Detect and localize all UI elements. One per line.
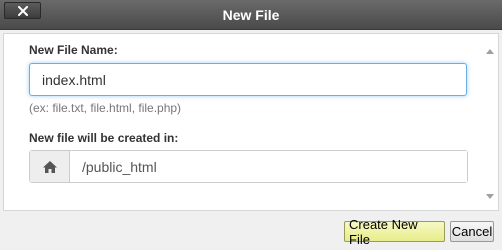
directory-field [29,150,468,183]
dialog-footer: Create New File Cancel [0,211,502,250]
close-button[interactable] [4,2,41,19]
home-icon [42,160,57,173]
vertical-scrollbar[interactable] [483,44,497,199]
directory-label: New file will be created in: [29,131,179,145]
scroll-down-arrow-icon[interactable] [486,194,494,199]
file-name-hint: (ex: file.txt, file.html, file.php) [29,101,182,115]
directory-addon [30,151,70,182]
file-name-label: New File Name: [29,43,118,57]
create-new-file-button[interactable]: Create New File [344,217,445,247]
scroll-up-arrow-icon[interactable] [486,49,494,54]
dialog-titlebar: New File [0,0,502,30]
close-icon [17,5,28,16]
cancel-button[interactable]: Cancel [450,221,494,242]
dialog-title: New File [222,7,280,23]
dialog-body: New File Name: (ex: file.txt, file.html,… [3,33,499,211]
new-file-dialog: New File New File Name: (ex: file.txt, f… [0,0,502,250]
directory-input[interactable] [70,151,467,182]
file-name-input[interactable] [29,63,467,96]
